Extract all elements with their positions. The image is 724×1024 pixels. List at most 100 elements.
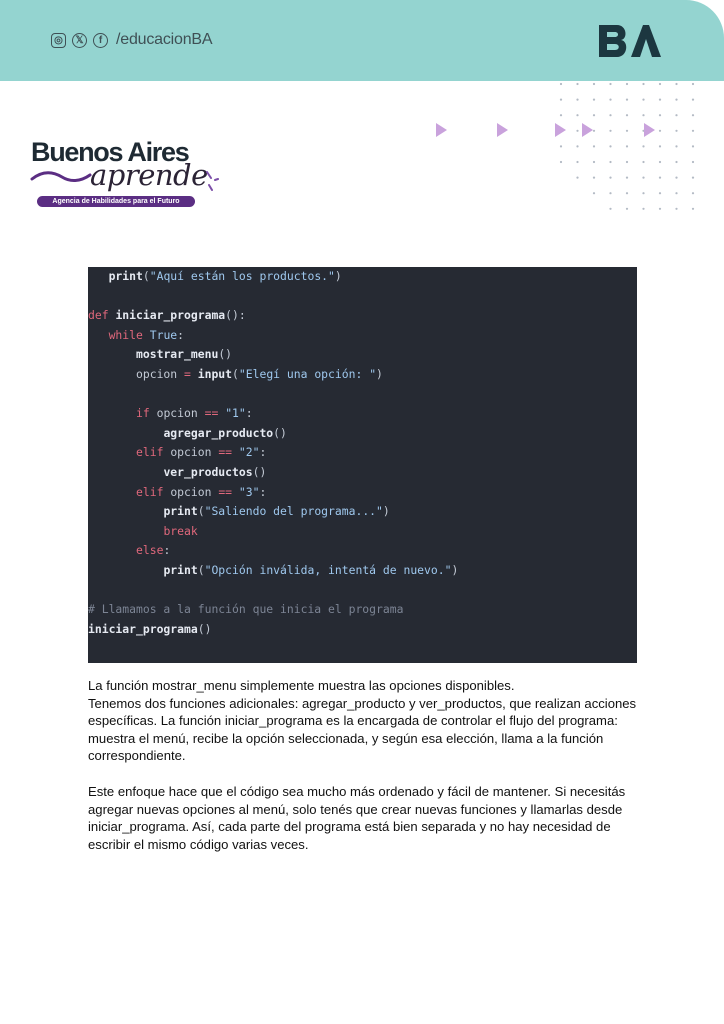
code-token: "Elegí una opción: " xyxy=(238,366,377,381)
code-token: input xyxy=(197,366,233,381)
decorative-dot xyxy=(691,176,695,179)
facebook-icon[interactable]: f xyxy=(93,32,108,48)
code-token: () xyxy=(218,347,233,362)
decorative-dot xyxy=(675,98,678,101)
decorative-dot xyxy=(592,145,596,148)
decorative-dot xyxy=(625,207,629,210)
decorative-dot xyxy=(691,207,695,210)
code-block: print("Aquí están los productos.") def i… xyxy=(88,267,637,663)
decorative-dot xyxy=(609,145,612,148)
code-token: ) xyxy=(334,269,342,283)
code-token: opcion xyxy=(170,445,219,460)
code-line: def iniciar_programa(): xyxy=(88,306,458,326)
code-line: iniciar_programa() xyxy=(88,620,458,640)
code-token: print xyxy=(163,562,198,577)
code-line: print("Aquí están los productos.") xyxy=(88,267,458,287)
code-token: ( xyxy=(232,366,239,381)
play-triangle-icon xyxy=(436,123,447,137)
decorative-dot xyxy=(592,114,596,117)
decorative-dot xyxy=(691,160,695,164)
decorative-dot xyxy=(675,160,678,164)
decorative-dot xyxy=(675,192,678,195)
code-token: : xyxy=(177,327,185,342)
decorative-dot xyxy=(576,176,579,179)
code-token: def xyxy=(88,308,116,323)
code-token: elif xyxy=(136,484,171,499)
decorative-dot xyxy=(642,82,645,86)
body-text: La función mostrar_menu simplemente mues… xyxy=(88,677,644,853)
decorative-dot xyxy=(609,176,612,179)
decorative-dot xyxy=(642,176,645,179)
code-line: else: xyxy=(88,541,458,561)
code-token: ) xyxy=(382,504,390,519)
code-line: break xyxy=(88,522,458,542)
decorative-dot xyxy=(576,98,579,101)
play-triangle-icon xyxy=(555,123,566,137)
decorative-dot xyxy=(576,145,579,148)
decorative-dot xyxy=(658,160,662,164)
code-line: ver_productos() xyxy=(88,463,458,483)
code-token: "Saliendo del programa..." xyxy=(204,504,383,519)
instagram-icon[interactable]: ◎ xyxy=(51,32,66,48)
play-triangle-icon xyxy=(582,123,593,137)
decorative-dot xyxy=(658,145,662,148)
decorative-dot xyxy=(691,192,695,195)
social-handle[interactable]: /educacionBA xyxy=(116,31,213,49)
decorative-dot xyxy=(592,129,596,132)
decorative-dot xyxy=(675,82,678,86)
decorative-dot xyxy=(609,192,612,195)
decorative-dot xyxy=(642,207,645,210)
code-token: iniciar_programa xyxy=(115,308,226,323)
paragraph: Tenemos dos funciones adicionales: agreg… xyxy=(88,695,637,764)
code-token: ) xyxy=(376,366,383,381)
decorative-dot xyxy=(609,114,612,117)
code-token: "2" xyxy=(238,445,260,460)
code-line: print("Saliendo del programa...") xyxy=(88,502,458,522)
decorative-dot xyxy=(625,160,629,164)
brand-swoosh xyxy=(30,171,92,182)
code-token: "Opción inválida, intentá de nuevo." xyxy=(204,562,452,577)
decorative-dot xyxy=(609,82,612,86)
brand-script: aprende xyxy=(90,158,208,192)
decorative-dot xyxy=(576,114,579,117)
code-token: : xyxy=(245,406,253,421)
decorative-dot xyxy=(559,98,563,101)
code-token: True xyxy=(149,327,178,342)
decorative-dot xyxy=(691,114,695,117)
decorative-dot xyxy=(625,98,629,101)
decorative-dot xyxy=(609,98,612,101)
code-token: opcion xyxy=(170,484,219,499)
decorative-dot xyxy=(592,82,596,86)
code-line: mostrar_menu() xyxy=(88,345,458,365)
decorative-dot xyxy=(559,145,563,148)
code-token: agregar_producto xyxy=(163,425,274,440)
paragraph: La función mostrar_menu simplemente mues… xyxy=(88,678,515,693)
decorative-dot xyxy=(625,192,629,195)
decorative-dot xyxy=(642,98,645,101)
decorative-dot xyxy=(691,82,695,86)
code-token: ( xyxy=(142,269,150,283)
code-token: : xyxy=(259,445,267,460)
decorative-dot xyxy=(642,160,645,164)
code-line: # Llamamos a la función que inicia el pr… xyxy=(88,600,458,620)
decorative-dot xyxy=(576,129,579,132)
play-triangle-icon xyxy=(497,123,508,137)
decorative-dot xyxy=(559,114,563,117)
code-token: () xyxy=(197,621,212,636)
code-token: () xyxy=(252,464,267,479)
code-token: == xyxy=(218,445,233,460)
x-icon[interactable]: 𝕏 xyxy=(72,32,87,48)
code-token: elif xyxy=(136,445,171,460)
decorative-dot xyxy=(658,207,662,210)
code-token: else xyxy=(136,543,164,558)
code-token: # Llamamos a la función que inicia el pr… xyxy=(88,602,404,617)
